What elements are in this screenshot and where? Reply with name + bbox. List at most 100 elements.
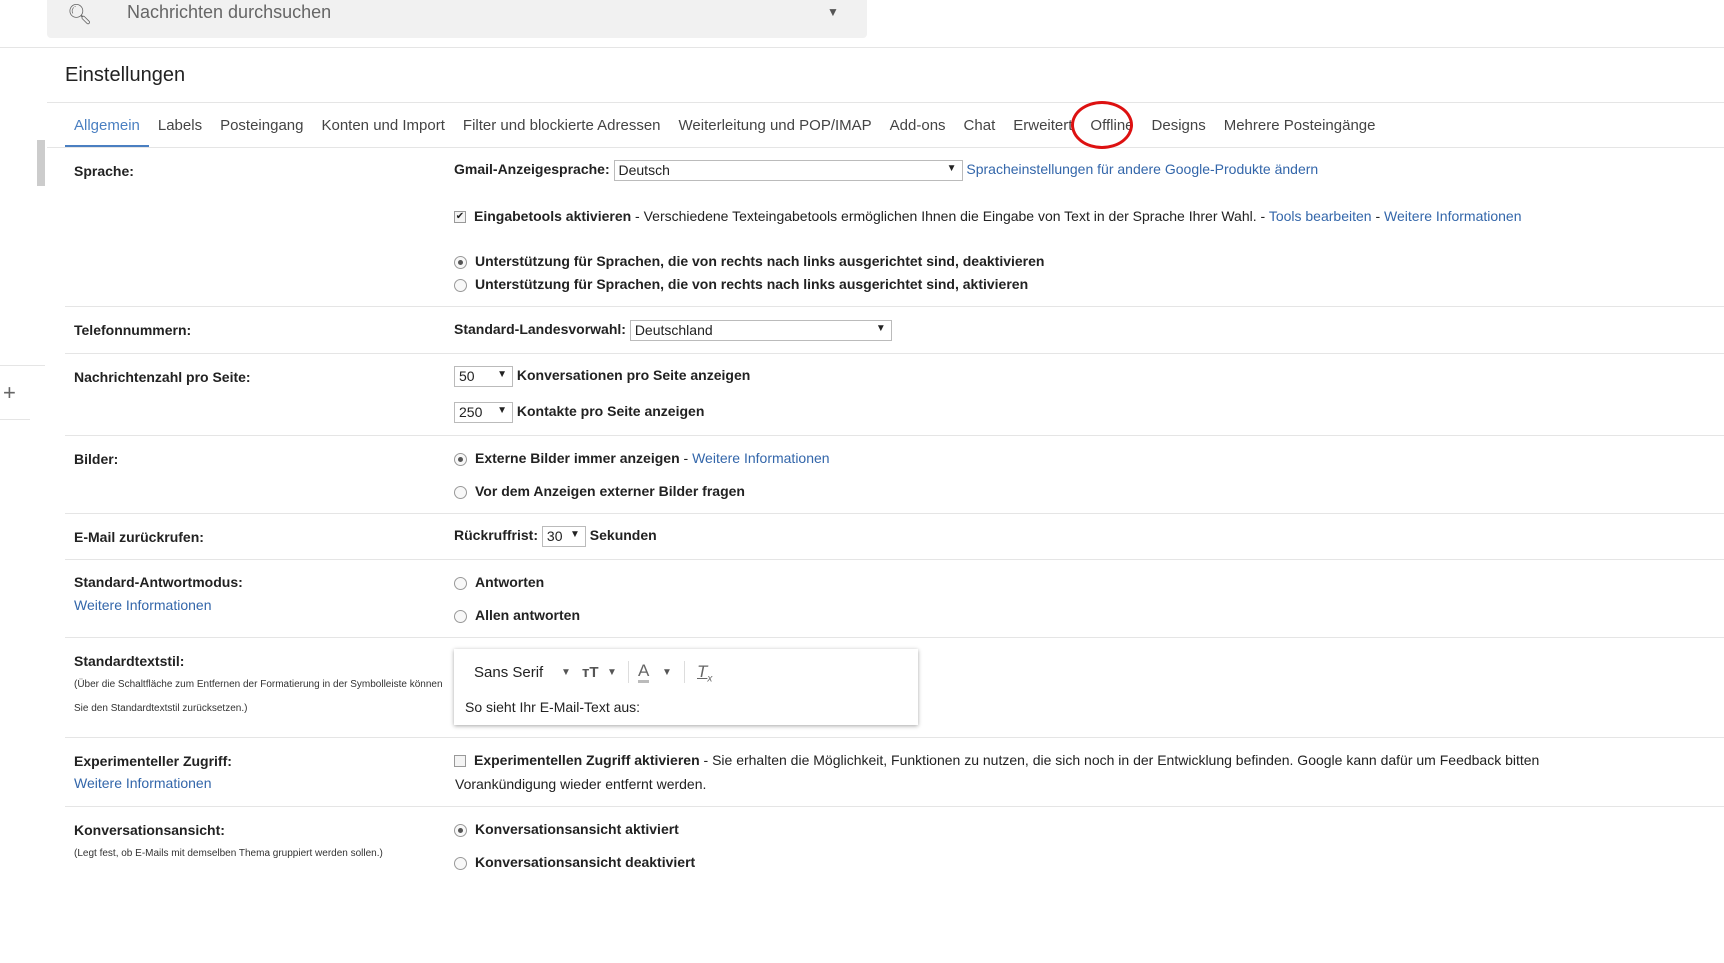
divider bbox=[684, 661, 685, 683]
divider bbox=[65, 737, 1724, 738]
search-input[interactable]: Nachrichten durchsuchen bbox=[127, 2, 331, 23]
tab-designs[interactable]: Designs bbox=[1143, 114, 1215, 148]
page-title: Einstellungen bbox=[65, 64, 186, 86]
tab-labels[interactable]: Labels bbox=[149, 114, 211, 148]
chevron-down-icon: ▼ bbox=[497, 369, 507, 380]
tab-allgemein[interactable]: Allgemein bbox=[65, 114, 149, 148]
rtl-off-radio[interactable] bbox=[454, 255, 467, 269]
tab-weiterleitung-und-pop-imap[interactable]: Weiterleitung und POP/IMAP bbox=[670, 114, 881, 148]
text-color-icon[interactable]: A bbox=[638, 662, 650, 683]
font-family-select[interactable]: Sans Serif bbox=[474, 664, 543, 681]
search-icon[interactable]: 🔍︎ bbox=[67, 2, 92, 27]
tab-mehrere-posteingänge[interactable]: Mehrere Posteingänge bbox=[1215, 114, 1385, 148]
conversation-hint: (Legt fest, ob E-Mails mit demselben The… bbox=[74, 848, 383, 859]
recall-unit: Sekunden bbox=[589, 527, 657, 544]
input-tools-checkbox[interactable]: ✔ bbox=[454, 211, 466, 224]
recall-period-label: Rückruffrist: bbox=[454, 527, 539, 544]
conversation-off-label: Konversationsansicht deaktiviert bbox=[475, 854, 696, 870]
reply-all-label: Allen antworten bbox=[475, 607, 581, 623]
label-telefon: Telefonnummern: bbox=[74, 322, 192, 338]
tab-chat[interactable]: Chat bbox=[955, 114, 1005, 148]
plus-icon[interactable]: + bbox=[3, 380, 16, 406]
tab-add-ons[interactable]: Add-ons bbox=[881, 114, 955, 148]
separator: - bbox=[679, 450, 693, 466]
tab-konten-und-import[interactable]: Konten und Import bbox=[312, 114, 453, 148]
scrollbar[interactable] bbox=[37, 140, 45, 186]
country-code-label: Standard-Landesvorwahl: bbox=[454, 321, 626, 338]
chevron-down-icon[interactable]: ▼ bbox=[662, 667, 672, 678]
chevron-down-icon: ▼ bbox=[497, 405, 507, 416]
more-info-link[interactable]: Weitere Informationen bbox=[692, 450, 829, 466]
divider bbox=[65, 806, 1724, 807]
images-always-label: Externe Bilder immer anzeigen bbox=[475, 450, 680, 466]
font-size-icon[interactable]: ᴛT bbox=[582, 664, 599, 681]
conversation-on-label: Konversationsansicht aktiviert bbox=[475, 821, 679, 837]
rtl-off-label: Unterstützung für Sprachen, die von rech… bbox=[475, 253, 1045, 269]
display-language-select[interactable]: Deutsch ▼ bbox=[613, 160, 963, 181]
experimental-checkbox[interactable] bbox=[454, 755, 466, 768]
label-textstyle: Standardtextstil: bbox=[74, 653, 185, 669]
search-bar[interactable]: 🔍︎ Nachrichten durchsuchen ▼ bbox=[47, 0, 867, 38]
conversations-per-page-label: Konversationen pro Seite anzeigen bbox=[516, 367, 751, 384]
divider bbox=[65, 637, 1724, 638]
textstyle-hint: (Über die Schaltfläche zum Entfernen der… bbox=[74, 679, 443, 690]
divider bbox=[0, 419, 30, 420]
divider bbox=[47, 147, 1724, 148]
label-reply: Standard-Antwortmodus: bbox=[74, 574, 243, 590]
divider bbox=[65, 435, 1724, 436]
input-tools-description: - Verschiedene Texteingabetools ermöglic… bbox=[631, 208, 1269, 224]
search-options-dropdown-icon[interactable]: ▼ bbox=[827, 5, 839, 19]
more-info-link[interactable]: Weitere Informationen bbox=[1384, 208, 1521, 224]
tab-filter-und-blockierte-adressen[interactable]: Filter und blockierte Adressen bbox=[454, 114, 670, 148]
divider bbox=[65, 306, 1724, 307]
conversation-off-radio[interactable] bbox=[454, 856, 467, 870]
edit-tools-link[interactable]: Tools bearbeiten bbox=[1269, 208, 1372, 224]
country-code-select[interactable]: Deutschland ▼ bbox=[629, 320, 892, 341]
label-bilder: Bilder: bbox=[74, 451, 119, 467]
input-tools-label: Eingabetools aktivieren bbox=[474, 208, 632, 224]
experimental-description: Vorankündigung wieder entfernt werden. bbox=[455, 776, 707, 792]
chevron-down-icon[interactable]: ▼ bbox=[561, 667, 571, 678]
separator: - bbox=[1371, 208, 1385, 224]
remove-formatting-icon[interactable]: Tx bbox=[697, 662, 712, 684]
tab-posteingang[interactable]: Posteingang bbox=[211, 114, 312, 148]
more-info-link[interactable]: Weitere Informationen bbox=[74, 597, 211, 613]
images-ask-label: Vor dem Anzeigen externer Bilder fragen bbox=[475, 483, 745, 499]
divider bbox=[0, 365, 45, 366]
reply-radio[interactable] bbox=[454, 576, 467, 590]
other-products-language-link[interactable]: Spracheinstellungen für andere Google-Pr… bbox=[966, 161, 1318, 177]
divider bbox=[65, 559, 1724, 560]
divider bbox=[628, 661, 629, 683]
settings-tabs: Allgemein Labels Posteingang Konten und Imp… bbox=[65, 114, 1384, 148]
conversations-per-page-select[interactable]: 50 ▼ bbox=[454, 366, 513, 387]
experimental-description: - Sie erhalten die Möglichkeit, Funktion… bbox=[699, 752, 1540, 768]
contacts-per-page-select[interactable]: 250 ▼ bbox=[454, 402, 513, 423]
chevron-down-icon: ▼ bbox=[946, 163, 957, 174]
highlight-circle bbox=[1071, 101, 1133, 149]
tab-erweitert[interactable]: Erweitert bbox=[1004, 114, 1081, 148]
divider bbox=[65, 353, 1724, 354]
rtl-on-label: Unterstützung für Sprachen, die von rech… bbox=[475, 276, 1029, 292]
select-value: 250 bbox=[459, 404, 483, 420]
images-always-radio[interactable] bbox=[454, 452, 467, 466]
more-info-link[interactable]: Weitere Informationen bbox=[74, 775, 211, 791]
label-sprache: Sprache: bbox=[74, 163, 134, 179]
divider bbox=[0, 47, 1724, 48]
text-style-editor: Sans Serif ▼ ᴛT ▼ A ▼ Tx So sieht Ihr E-… bbox=[454, 649, 918, 725]
contacts-per-page-label: Kontakte pro Seite anzeigen bbox=[516, 403, 705, 420]
reply-all-radio[interactable] bbox=[454, 609, 467, 623]
reply-label: Antworten bbox=[475, 574, 545, 590]
images-ask-radio[interactable] bbox=[454, 485, 467, 499]
chevron-down-icon[interactable]: ▼ bbox=[607, 667, 617, 678]
text-preview: So sieht Ihr E-Mail-Text aus: bbox=[465, 699, 641, 715]
divider bbox=[47, 102, 1724, 103]
label-recall: E-Mail zurückrufen: bbox=[74, 529, 204, 545]
label-nachrichten: Nachrichtenzahl pro Seite: bbox=[74, 369, 251, 385]
rtl-on-radio[interactable] bbox=[454, 278, 467, 292]
divider bbox=[65, 513, 1724, 514]
select-value: Deutschland bbox=[634, 322, 713, 338]
select-value: 30 bbox=[546, 528, 563, 544]
conversation-on-radio[interactable] bbox=[454, 823, 467, 837]
select-value: 50 bbox=[459, 368, 475, 384]
recall-period-select[interactable]: 30 ▼ bbox=[541, 526, 586, 547]
